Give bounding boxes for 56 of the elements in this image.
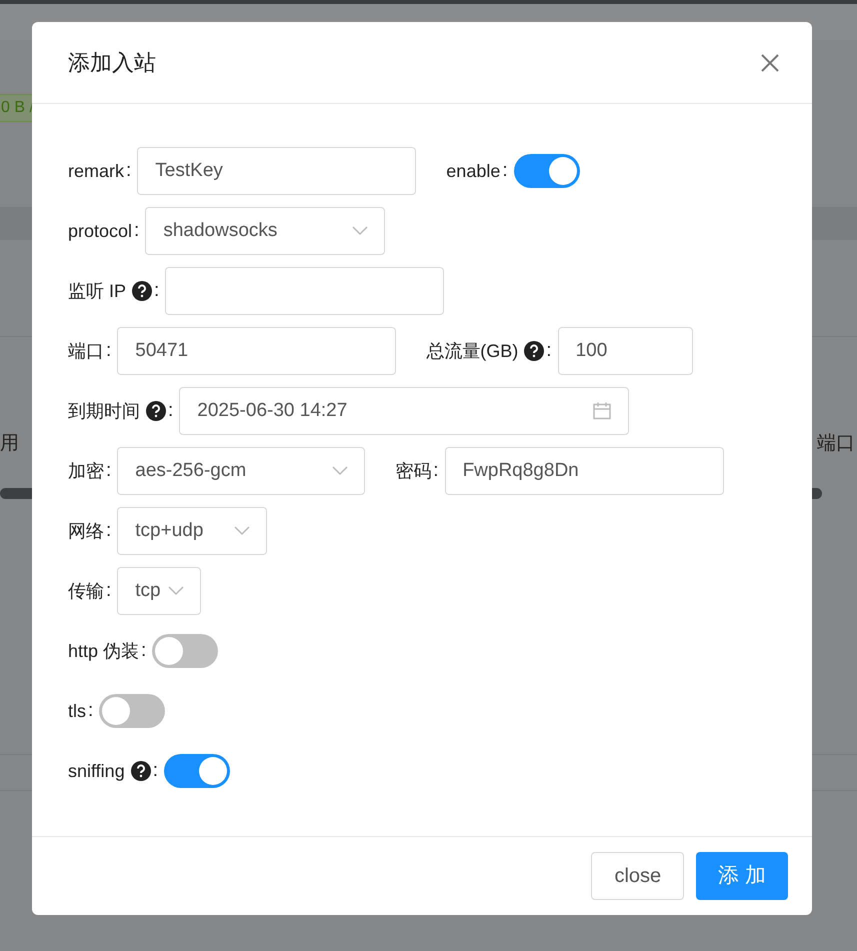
toggle-switch[interactable] — [99, 694, 166, 728]
colon: : — [154, 278, 160, 303]
colon: : — [106, 518, 112, 543]
field-label: tls — [68, 700, 86, 722]
chevron-down-icon — [332, 466, 348, 476]
select-field[interactable]: tcp — [117, 567, 202, 615]
help-icon[interactable] — [524, 341, 544, 361]
help-icon[interactable] — [132, 281, 152, 301]
input-field[interactable]: 100 — [558, 327, 693, 375]
toggle-switch[interactable] — [514, 154, 580, 188]
field-label: http 伪装 — [68, 640, 140, 663]
column-header: 端口 — [817, 432, 855, 456]
input-field[interactable]: FwpRq8g8Dn — [444, 447, 724, 495]
help-icon[interactable] — [146, 401, 166, 421]
select-field[interactable]: tcp+udp — [117, 507, 268, 555]
field-label: protocol — [68, 220, 132, 243]
field-label: 总流量(GB) — [426, 340, 518, 363]
field-label: 端口 — [68, 340, 104, 362]
field-label: 网络 — [68, 520, 104, 542]
calendar-icon — [592, 401, 612, 421]
field-label: sniffing — [68, 760, 125, 783]
field-label: 加密 — [68, 460, 104, 482]
toggle-switch[interactable] — [164, 754, 230, 788]
field-label: remark — [68, 160, 124, 182]
colon: : — [88, 698, 94, 723]
chevron-down-icon — [352, 226, 368, 236]
chevron-down-icon — [234, 526, 250, 536]
colon: : — [126, 158, 132, 183]
colon: : — [433, 458, 439, 483]
field-label: 密码 — [395, 460, 432, 482]
dialog-title: 添加入站 — [68, 49, 156, 77]
colon: : — [152, 758, 158, 783]
field-label: 传输 — [68, 580, 104, 602]
colon: : — [168, 398, 174, 423]
colon: : — [141, 638, 146, 663]
colon: : — [546, 338, 552, 363]
field-label: 到期时间 — [68, 400, 140, 422]
help-icon[interactable] — [130, 761, 151, 781]
close-icon[interactable] — [760, 52, 780, 72]
input-field[interactable]: 50471 — [117, 327, 396, 375]
select-field[interactable]: aes-256-gcm — [117, 447, 366, 495]
select-field[interactable]: shadowsocks — [145, 207, 386, 255]
field-label: enable — [446, 160, 500, 182]
colon: : — [106, 338, 112, 363]
toggle-switch[interactable] — [152, 634, 218, 668]
close-button[interactable]: close — [591, 852, 684, 900]
colon: : — [106, 578, 112, 603]
colon: : — [134, 218, 140, 243]
input-field[interactable] — [165, 267, 444, 315]
colon: : — [502, 158, 508, 183]
chevron-down-icon — [168, 586, 184, 596]
field-label: 监听 IP — [68, 280, 126, 302]
colon: : — [106, 458, 112, 483]
date-picker[interactable]: 2025-06-30 14:27 — [179, 387, 630, 435]
input-field[interactable]: TestKey — [137, 147, 416, 195]
column-header: 用 — [0, 432, 19, 456]
